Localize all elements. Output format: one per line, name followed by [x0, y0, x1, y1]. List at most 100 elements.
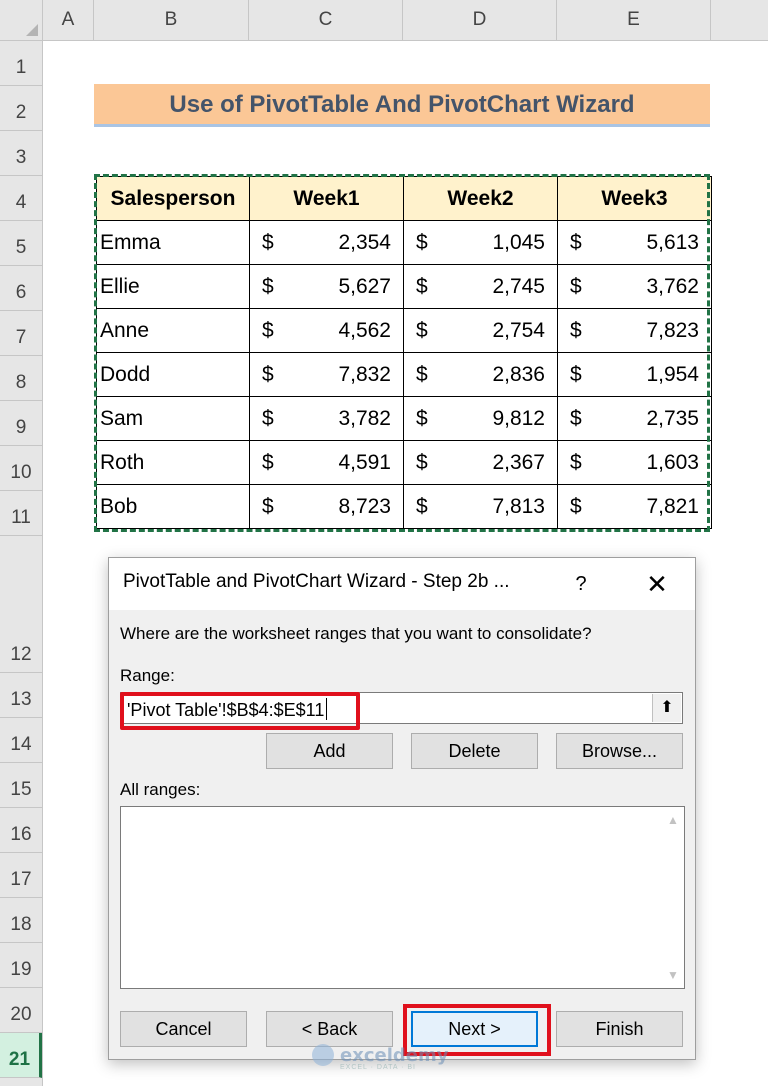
week3-cell[interactable]: $1,954 — [557, 352, 712, 397]
column-header-b[interactable]: B — [94, 0, 249, 40]
next-button[interactable]: Next > — [411, 1011, 538, 1047]
row-header-16[interactable]: 16 — [0, 808, 42, 853]
help-button[interactable]: ? — [563, 566, 599, 602]
week3-cell[interactable]: $2,735 — [557, 396, 712, 441]
row-header-20[interactable]: 20 — [0, 988, 42, 1033]
amount: 1,045 — [492, 230, 545, 254]
amount: 2,745 — [492, 274, 545, 298]
salesperson-cell[interactable]: Sam — [96, 396, 250, 441]
column-header-c[interactable]: C — [249, 0, 403, 40]
header-week2[interactable]: Week2 — [403, 176, 558, 221]
week1-cell[interactable]: $7,832 — [249, 352, 404, 397]
row-header-8[interactable]: 8 — [0, 356, 42, 401]
close-icon[interactable]: ✕ — [639, 566, 675, 602]
back-button[interactable]: < Back — [266, 1011, 393, 1047]
week3-cell[interactable]: $1,603 — [557, 440, 712, 485]
cancel-button[interactable]: Cancel — [120, 1011, 247, 1047]
row-header-2[interactable]: 2 — [0, 86, 42, 131]
amount: 1,954 — [646, 362, 699, 386]
week2-cell[interactable]: $2,367 — [403, 440, 558, 485]
row-header-12[interactable]: 12 — [0, 536, 42, 673]
table-row: Sam $3,782 $9,812 $2,735 — [96, 396, 712, 441]
salesperson-cell[interactable]: Roth — [96, 440, 250, 485]
week1-cell[interactable]: $2,354 — [249, 220, 404, 265]
currency-symbol: $ — [570, 494, 582, 518]
all-ranges-list[interactable]: ▲ ▼ — [120, 806, 685, 989]
row-header-21[interactable]: 21 — [0, 1033, 42, 1078]
watermark-tagline: EXCEL · DATA · BI — [340, 1064, 416, 1071]
week2-cell[interactable]: $7,813 — [403, 484, 558, 529]
row-header-5[interactable]: 5 — [0, 221, 42, 266]
week3-cell[interactable]: $7,821 — [557, 484, 712, 529]
delete-button[interactable]: Delete — [411, 733, 538, 769]
all-ranges-label: All ranges: — [120, 780, 201, 799]
row-header-4[interactable]: 4 — [0, 176, 42, 221]
table-row: Anne $4,562 $2,754 $7,823 — [96, 308, 712, 353]
amount: 2,354 — [338, 230, 391, 254]
table-row: Dodd $7,832 $2,836 $1,954 — [96, 352, 712, 397]
row-header-18[interactable]: 18 — [0, 898, 42, 943]
pivot-wizard-dialog: PivotTable and PivotChart Wizard - Step … — [108, 557, 696, 1060]
currency-symbol: $ — [416, 362, 428, 386]
dialog-titlebar[interactable]: PivotTable and PivotChart Wizard - Step … — [109, 558, 695, 610]
row-header-19[interactable]: 19 — [0, 943, 42, 988]
row-header-14[interactable]: 14 — [0, 718, 42, 763]
row-header-1[interactable]: 1 — [0, 41, 42, 86]
range-value: 'Pivot Table'!$B$4:$E$11 — [127, 700, 325, 720]
week2-cell[interactable]: $2,754 — [403, 308, 558, 353]
list-scrollbar[interactable]: ▲ ▼ — [662, 807, 684, 988]
row-header-9[interactable]: 9 — [0, 401, 42, 446]
table-row: Emma $2,354 $1,045 $5,613 — [96, 220, 712, 265]
add-button[interactable]: Add — [266, 733, 393, 769]
salesperson-cell[interactable]: Anne — [96, 308, 250, 353]
salesperson-cell[interactable]: Dodd — [96, 352, 250, 397]
week3-cell[interactable]: $3,762 — [557, 264, 712, 309]
currency-symbol: $ — [262, 362, 274, 386]
dialog-title: PivotTable and PivotChart Wizard - Step … — [123, 571, 510, 592]
week3-cell[interactable]: $5,613 — [557, 220, 712, 265]
column-header-a[interactable]: A — [43, 0, 94, 40]
week1-cell[interactable]: $4,591 — [249, 440, 404, 485]
week1-cell[interactable]: $4,562 — [249, 308, 404, 353]
week3-cell[interactable]: $7,823 — [557, 308, 712, 353]
currency-symbol: $ — [416, 494, 428, 518]
header-week1[interactable]: Week1 — [249, 176, 404, 221]
row-header-7[interactable]: 7 — [0, 311, 42, 356]
browse-button[interactable]: Browse... — [556, 733, 683, 769]
salesperson-cell[interactable]: Ellie — [96, 264, 250, 309]
row-header-11[interactable]: 11 — [0, 491, 42, 536]
header-week3[interactable]: Week3 — [557, 176, 712, 221]
sales-table: Salesperson Week1 Week2 Week3 Emma $2,35… — [96, 176, 712, 529]
week1-cell[interactable]: $8,723 — [249, 484, 404, 529]
amount: 8,723 — [338, 494, 391, 518]
currency-symbol: $ — [570, 450, 582, 474]
row-header-6[interactable]: 6 — [0, 266, 42, 311]
row-header-17[interactable]: 17 — [0, 853, 42, 898]
column-header-d[interactable]: D — [403, 0, 557, 40]
table-row: Ellie $5,627 $2,745 $3,762 — [96, 264, 712, 309]
finish-button[interactable]: Finish — [556, 1011, 683, 1047]
salesperson-cell[interactable]: Bob — [96, 484, 250, 529]
range-input[interactable]: 'Pivot Table'!$B$4:$E$11 ⬆ — [120, 692, 683, 724]
column-header-e[interactable]: E — [557, 0, 711, 40]
amount: 2,836 — [492, 362, 545, 386]
scroll-down-icon[interactable]: ▼ — [666, 968, 680, 982]
week2-cell[interactable]: $2,745 — [403, 264, 558, 309]
sheet-title-banner: Use of PivotTable And PivotChart Wizard — [94, 84, 710, 127]
week1-cell[interactable]: $5,627 — [249, 264, 404, 309]
row-header-10[interactable]: 10 — [0, 446, 42, 491]
currency-symbol: $ — [262, 230, 274, 254]
select-all-corner[interactable] — [0, 0, 43, 40]
week2-cell[interactable]: $2,836 — [403, 352, 558, 397]
week1-cell[interactable]: $3,782 — [249, 396, 404, 441]
row-header-13[interactable]: 13 — [0, 673, 42, 718]
week2-cell[interactable]: $9,812 — [403, 396, 558, 441]
scroll-up-icon[interactable]: ▲ — [666, 813, 680, 827]
amount: 9,812 — [492, 406, 545, 430]
collapse-dialog-icon[interactable]: ⬆ — [652, 694, 681, 722]
salesperson-cell[interactable]: Emma — [96, 220, 250, 265]
header-salesperson[interactable]: Salesperson — [96, 176, 250, 221]
row-header-3[interactable]: 3 — [0, 131, 42, 176]
week2-cell[interactable]: $1,045 — [403, 220, 558, 265]
row-header-15[interactable]: 15 — [0, 763, 42, 808]
